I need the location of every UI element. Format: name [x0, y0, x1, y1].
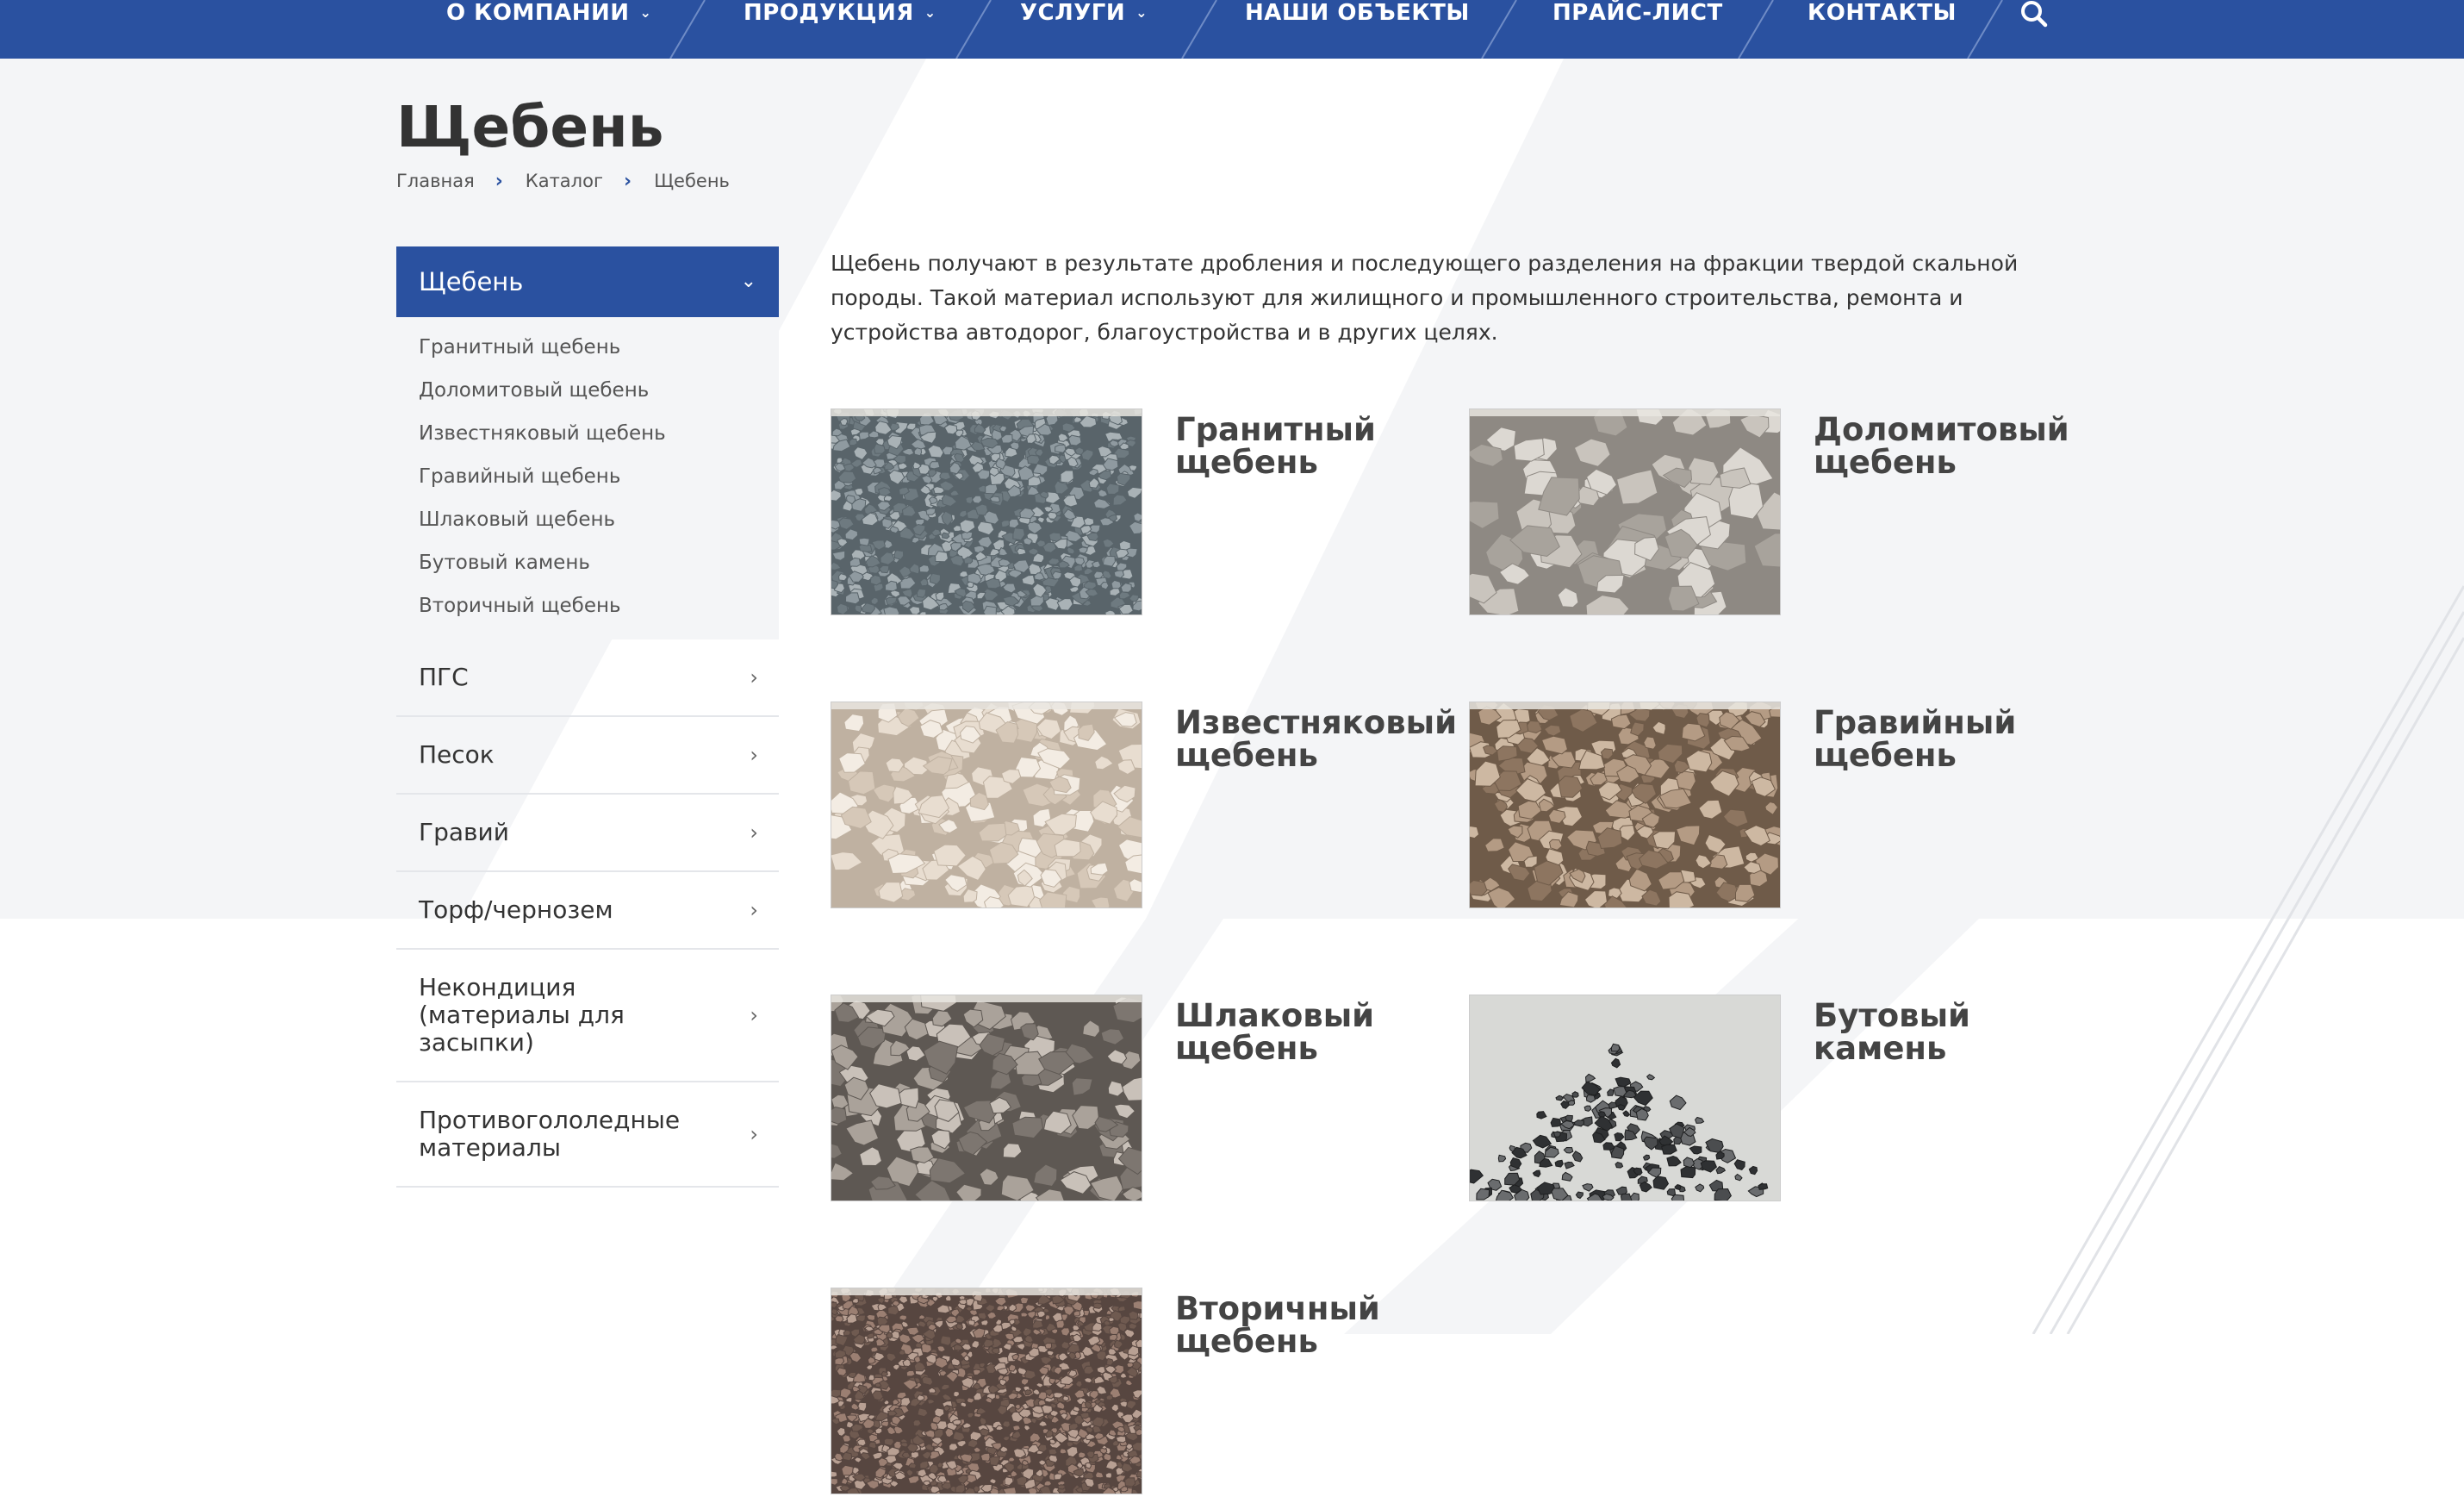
nav-divider [1181, 0, 1217, 59]
sidebar-item-sand[interactable]: Песок › [396, 717, 779, 795]
nav-item-label: ПРОДУКЦИЯ [744, 0, 914, 26]
submenu-item-gravel[interactable]: Гравийный щебень [396, 455, 779, 498]
product-title[interactable]: Доломитовый щебень [1814, 414, 2089, 479]
nav-item-label: КОНТАКТЫ [1808, 0, 1957, 26]
chevron-down-icon: ⌄ [639, 4, 652, 21]
breadcrumb: Главная › Каталог › Щебень [396, 171, 730, 192]
chevron-right-icon: › [495, 171, 503, 192]
product-card[interactable]: Гравийный щебень [1469, 702, 2072, 917]
chevron-right-icon: › [750, 743, 758, 767]
sidebar-item-gravel[interactable]: Гравий › [396, 795, 779, 872]
product-image[interactable] [831, 702, 1142, 908]
submenu-item-limestone[interactable]: Известняковый щебень [396, 412, 779, 455]
product-image[interactable] [831, 1288, 1142, 1494]
sidebar: Щебень ⌄ Гранитный щебень Доломитовый ще… [396, 246, 779, 1188]
nav-item-price-list[interactable]: ПРАЙС-ЛИСТ [1552, 0, 1723, 29]
chevron-right-icon: › [750, 1122, 758, 1146]
sidebar-item-label: Противогололедные материалы [419, 1106, 681, 1162]
nav-item-label: НАШИ ОБЪЕКТЫ [1245, 0, 1470, 26]
page-title: Щебень [396, 94, 664, 160]
nav-item-company[interactable]: О КОМПАНИИ ⌄ [446, 0, 651, 29]
sidebar-item-crushed-stone[interactable]: Щебень ⌄ [396, 246, 779, 317]
product-title[interactable]: Гравийный щебень [1814, 707, 2089, 772]
breadcrumb-link-home[interactable]: Главная [396, 171, 475, 191]
nav-divider [1967, 0, 2003, 59]
chevron-right-icon: › [750, 820, 758, 845]
product-title[interactable]: Вторичный щебень [1175, 1293, 1451, 1358]
breadcrumb-current: Щебень [654, 171, 730, 191]
sidebar-item-anti-ice[interactable]: Противогололедные материалы › [396, 1082, 779, 1188]
nav-item-contacts[interactable]: КОНТАКТЫ [1808, 0, 1957, 29]
submenu-item-granite[interactable]: Гранитный щебень [396, 326, 779, 369]
chevron-down-icon: ⌄ [924, 4, 936, 21]
chevron-right-icon: › [623, 171, 632, 192]
nav-item-label: УСЛУГИ [1020, 0, 1126, 26]
sidebar-item-peat[interactable]: Торф/чернозем › [396, 872, 779, 950]
top-navigation: О КОМПАНИИ ⌄ ПРОДУКЦИЯ ⌄ УСЛУГИ ⌄ НАШИ ОБЪЕ… [0, 0, 2464, 59]
breadcrumb-link-catalog[interactable]: Каталог [526, 171, 603, 191]
chevron-down-icon: ⌄ [740, 271, 756, 292]
product-title[interactable]: Известняковый щебень [1175, 707, 1457, 772]
sidebar-item-label: Некондиция (материалы для засыпки) [419, 973, 625, 1057]
sidebar-item-label: Гравий [419, 818, 509, 846]
search-icon[interactable] [2019, 0, 2049, 28]
chevron-right-icon: › [750, 1003, 758, 1027]
chevron-right-icon: › [750, 665, 758, 689]
product-title[interactable]: Шлаковый щебень [1175, 1000, 1451, 1065]
product-image[interactable] [1469, 408, 1781, 615]
sidebar-item-label: Щебень [419, 267, 524, 296]
nav-item-objects[interactable]: НАШИ ОБЪЕКТЫ [1245, 0, 1470, 29]
product-card[interactable]: Вторичный щебень [831, 1288, 1434, 1503]
product-card[interactable]: Доломитовый щебень [1469, 408, 2072, 624]
product-title[interactable]: Гранитный щебень [1175, 414, 1451, 479]
submenu-item-slag[interactable]: Шлаковый щебень [396, 498, 779, 541]
product-image[interactable] [1469, 995, 1781, 1201]
intro-text: Щебень получают в результате дробления и… [831, 251, 2019, 345]
sidebar-submenu: Гранитный щебень Доломитовый щебень Изве… [396, 317, 779, 639]
product-card[interactable]: Шлаковый щебень [831, 995, 1434, 1210]
product-title[interactable]: Бутовый камень [1814, 1000, 2089, 1065]
sidebar-item-label: ПГС [419, 663, 469, 691]
sidebar-item-pgs[interactable]: ПГС › [396, 639, 779, 717]
nav-item-services[interactable]: УСЛУГИ ⌄ [1020, 0, 1148, 29]
nav-item-label: О КОМПАНИИ [446, 0, 630, 26]
nav-item-label: ПРАЙС-ЛИСТ [1552, 0, 1723, 26]
sidebar-item-label: Торф/чернозем [419, 895, 613, 924]
nav-item-products[interactable]: ПРОДУКЦИЯ ⌄ [744, 0, 936, 29]
product-card[interactable]: Бутовый камень [1469, 995, 2072, 1210]
chevron-right-icon: › [750, 898, 758, 922]
product-image[interactable] [831, 408, 1142, 615]
sidebar-item-label: Песок [419, 740, 495, 769]
product-card[interactable]: Известняковый щебень [831, 702, 1457, 917]
product-image[interactable] [831, 995, 1142, 1201]
nav-divider [1738, 0, 1774, 59]
product-card[interactable]: Гранитный щебень [831, 408, 1434, 624]
submenu-item-rubble[interactable]: Бутовый камень [396, 541, 779, 584]
sidebar-item-backfill[interactable]: Некондиция (материалы для засыпки) › [396, 950, 779, 1082]
nav-divider [1481, 0, 1517, 59]
product-image[interactable] [1469, 702, 1781, 908]
chevron-down-icon: ⌄ [1136, 4, 1148, 21]
submenu-item-recycled[interactable]: Вторичный щебень [396, 584, 779, 627]
submenu-item-dolomite[interactable]: Доломитовый щебень [396, 369, 779, 412]
nav-divider [955, 0, 992, 59]
nav-divider [669, 0, 706, 59]
